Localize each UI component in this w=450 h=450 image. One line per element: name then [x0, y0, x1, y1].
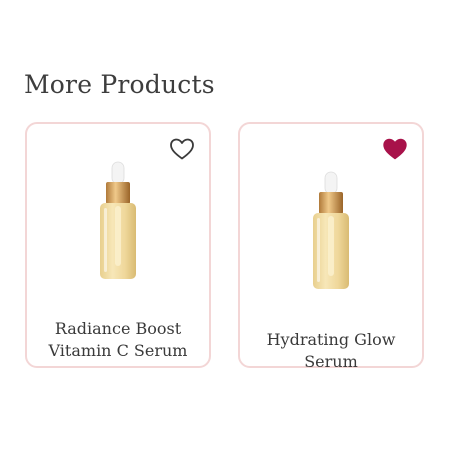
serum-bottle-icon [313, 171, 349, 289]
heart-outline-icon [170, 138, 194, 160]
product-card[interactable]: Radiance Boost Vitamin C Serum [25, 122, 211, 368]
product-card[interactable]: Hydrating Glow Serum [238, 122, 424, 371]
favorite-button[interactable] [382, 137, 408, 161]
heart-filled-icon [383, 138, 407, 160]
favorite-button[interactable] [169, 137, 195, 161]
product-name[interactable]: Hydrating Glow Serum [240, 329, 422, 373]
serum-bottle-icon [100, 161, 136, 279]
product-name[interactable]: Radiance Boost Vitamin C Serum [27, 318, 209, 362]
section-title: More Products [24, 70, 215, 99]
